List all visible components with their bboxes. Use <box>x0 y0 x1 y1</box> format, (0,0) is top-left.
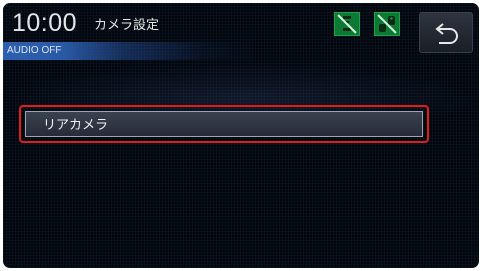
menu-item-button[interactable]: リアカメラ <box>25 111 423 137</box>
back-button[interactable] <box>419 12 473 53</box>
page-title: カメラ設定 <box>94 18 160 33</box>
camera-settings-screen: 10:00 カメラ設定 AUDIO OFF リアカメラ <box>0 0 482 271</box>
audio-status-bar: AUDIO OFF <box>3 42 477 60</box>
parking-sensor-off-icon <box>374 12 400 36</box>
menu-item-rear-camera[interactable]: リアカメラ <box>19 105 429 143</box>
back-arrow-icon <box>435 23 458 44</box>
clock: 10:00 <box>12 9 78 37</box>
sensor-off-icon <box>334 12 360 36</box>
menu-item-label: リアカメラ <box>43 118 109 133</box>
audio-status-label: AUDIO OFF <box>7 45 62 56</box>
